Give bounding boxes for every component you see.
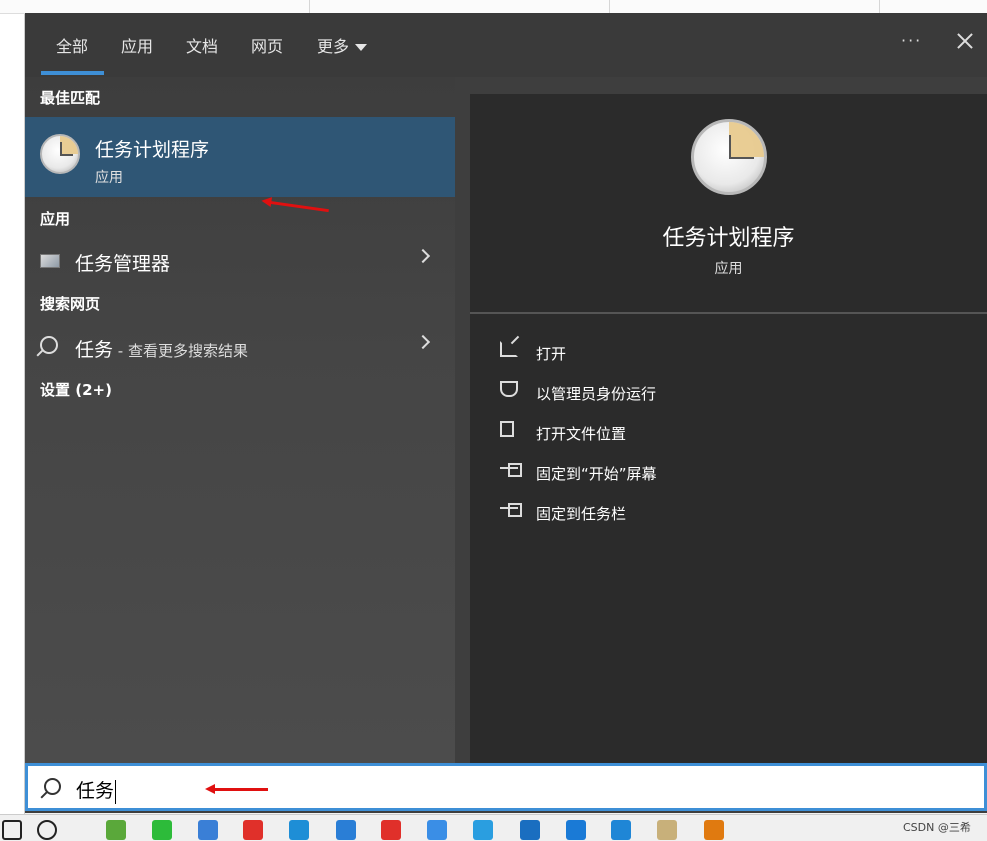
search-input-value: 任务 bbox=[76, 780, 115, 802]
search-input[interactable]: 任务 bbox=[76, 776, 117, 804]
best-match-type: 应用 bbox=[95, 170, 123, 186]
tab-documents[interactable]: 文档 bbox=[186, 33, 218, 57]
tab-web[interactable]: 网页 bbox=[251, 33, 283, 57]
divider bbox=[470, 312, 987, 314]
action-pin-to-taskbar[interactable]: 固定到任务栏 bbox=[498, 497, 898, 525]
tab-apps[interactable]: 应用 bbox=[121, 33, 153, 57]
background-window-strip bbox=[0, 0, 987, 14]
search-box[interactable]: 任务 bbox=[25, 763, 987, 811]
search-icon bbox=[40, 336, 58, 354]
annotation-arrow bbox=[205, 784, 268, 794]
action-open-file-location[interactable]: 打开文件位置 bbox=[498, 417, 898, 445]
app-icon[interactable] bbox=[520, 820, 540, 840]
clock-icon[interactable] bbox=[657, 820, 677, 840]
web-search-item[interactable]: 任务 - 查看更多搜索结果 bbox=[25, 327, 455, 367]
wps-icon[interactable] bbox=[243, 820, 263, 840]
start-icon[interactable] bbox=[2, 820, 22, 840]
app-icon[interactable] bbox=[473, 820, 493, 840]
results-list: 最佳匹配 任务计划程序 应用 应用 任务管理器 搜索网页 任务 - 查看更多搜索… bbox=[25, 77, 455, 763]
action-run-as-admin[interactable]: 以管理员身份运行 bbox=[498, 377, 898, 405]
edge-icon[interactable] bbox=[289, 820, 309, 840]
tab-bar: 全部 应用 文档 网页 更多 ··· bbox=[25, 13, 987, 77]
watermark: CSDN @三希 bbox=[903, 821, 971, 834]
action-label: 以管理员身份运行 bbox=[536, 385, 657, 403]
pin-icon bbox=[500, 501, 522, 517]
annotation-arrow bbox=[269, 200, 329, 213]
chevron-down-icon bbox=[355, 44, 368, 51]
active-tab-indicator bbox=[41, 71, 104, 75]
wps-icon[interactable] bbox=[381, 820, 401, 840]
detail-title: 任务计划程序 bbox=[662, 226, 795, 251]
web-search-query: 任务 bbox=[75, 339, 114, 361]
action-label: 固定到任务栏 bbox=[536, 505, 627, 523]
task-scheduler-clock-icon bbox=[40, 134, 80, 174]
search-icon[interactable] bbox=[37, 820, 57, 840]
background-segment bbox=[130, 0, 310, 14]
web-search-hint: - 查看更多搜索结果 bbox=[113, 342, 248, 360]
task-manager-icon bbox=[40, 254, 60, 268]
app-item-label: 任务管理器 bbox=[75, 253, 171, 275]
shield-icon bbox=[500, 381, 518, 397]
tab-more-label: 更多 bbox=[317, 37, 350, 56]
chevron-right-icon[interactable] bbox=[415, 334, 431, 350]
action-label: 固定到“开始”屏幕 bbox=[536, 465, 657, 483]
web-search-label: 任务 - 查看更多搜索结果 bbox=[75, 335, 248, 362]
start-search-panel: 全部 应用 文档 网页 更多 ··· 最佳匹配 任务计划程序 应用 应用 任务管… bbox=[25, 13, 987, 813]
app-icon[interactable] bbox=[566, 820, 586, 840]
app-icon[interactable] bbox=[336, 820, 356, 840]
detail-type: 应用 bbox=[714, 261, 743, 277]
search-icon bbox=[44, 778, 61, 795]
tab-more[interactable]: 更多 bbox=[317, 33, 368, 57]
action-label: 打开文件位置 bbox=[536, 425, 627, 443]
search-app-icon[interactable] bbox=[704, 820, 724, 840]
file-icon bbox=[500, 421, 514, 437]
section-web: 搜索网页 bbox=[40, 295, 101, 313]
pin-icon bbox=[500, 461, 522, 477]
background-window-edge bbox=[0, 14, 25, 814]
chevron-right-icon[interactable] bbox=[415, 248, 431, 264]
tab-all[interactable]: 全部 bbox=[56, 33, 88, 57]
open-icon bbox=[500, 341, 518, 357]
best-match-item[interactable]: 任务计划程序 应用 bbox=[25, 117, 455, 197]
action-label: 打开 bbox=[536, 345, 567, 363]
app-icon[interactable] bbox=[198, 820, 218, 840]
action-open[interactable]: 打开 bbox=[498, 337, 898, 365]
task-scheduler-clock-icon bbox=[691, 119, 767, 195]
best-match-name: 任务计划程序 bbox=[95, 139, 210, 161]
detail-pane: 任务计划程序 应用 打开 以管理员身份运行 打开文件位置 固定到“开始”屏幕 固… bbox=[470, 94, 987, 763]
wechat-icon[interactable] bbox=[152, 820, 172, 840]
browser-icon[interactable] bbox=[106, 820, 126, 840]
more-options-icon[interactable]: ··· bbox=[901, 31, 922, 50]
action-pin-to-start[interactable]: 固定到“开始”屏幕 bbox=[498, 457, 898, 485]
app-icon[interactable] bbox=[427, 820, 447, 840]
section-apps: 应用 bbox=[40, 210, 71, 228]
app-item-task-manager[interactable]: 任务管理器 bbox=[25, 241, 455, 281]
taskbar: CSDN @三希 bbox=[0, 814, 987, 841]
section-settings[interactable]: 设置 (2+) bbox=[40, 379, 112, 400]
close-icon[interactable] bbox=[953, 29, 977, 53]
background-segment bbox=[610, 0, 880, 14]
text-caret bbox=[115, 779, 117, 804]
background-segment bbox=[310, 0, 610, 14]
section-best-match: 最佳匹配 bbox=[40, 89, 101, 107]
vscode-icon[interactable] bbox=[611, 820, 631, 840]
